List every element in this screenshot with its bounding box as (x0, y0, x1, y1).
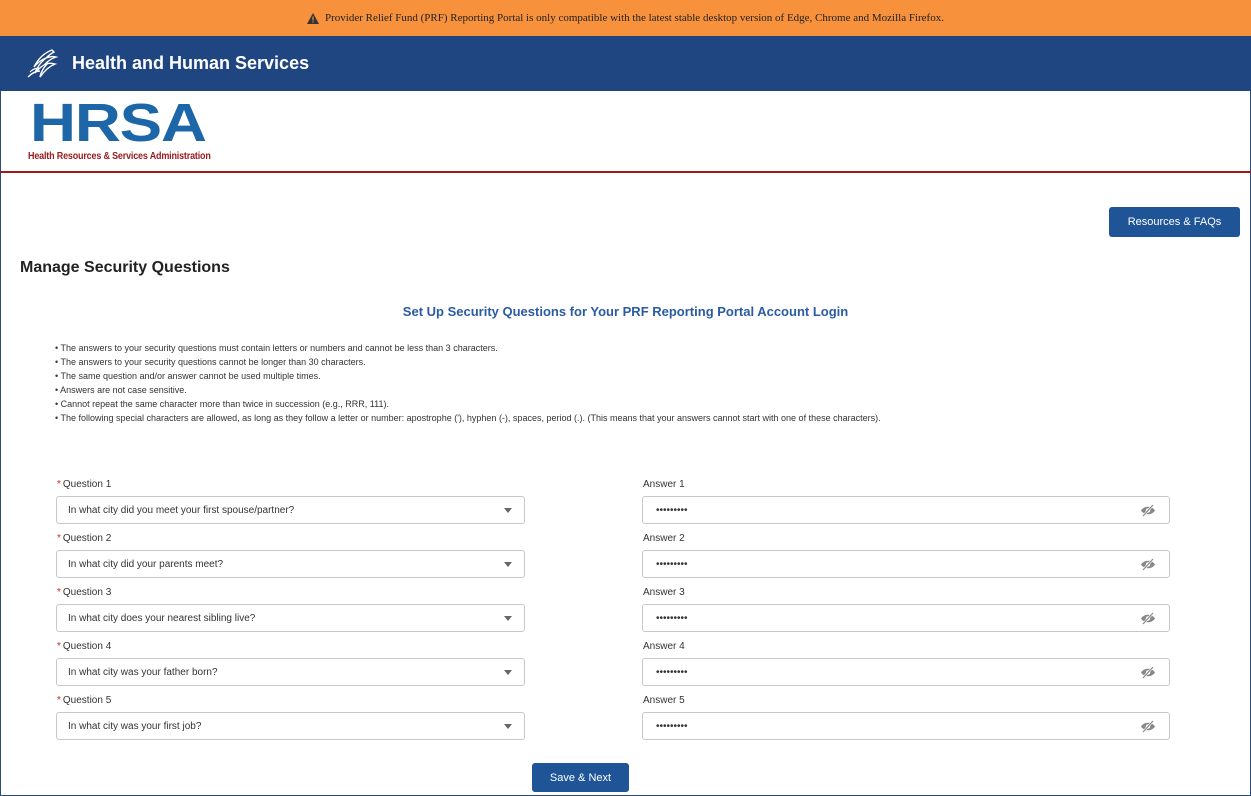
required-marker: * (57, 641, 61, 652)
rule-item: • Cannot repeat the same character more … (55, 399, 389, 409)
chevron-down-icon (504, 670, 512, 675)
rule-item: • The answers to your security questions… (55, 357, 366, 367)
hrsa-logo-subtitle: Health Resources & Services Administrati… (28, 151, 211, 162)
banner-text: Provider Relief Fund (PRF) Reporting Por… (325, 12, 944, 24)
question-3-select[interactable]: In what city does your nearest sibling l… (56, 604, 525, 632)
eye-slash-icon[interactable] (1140, 612, 1156, 625)
answer-4-label: Answer 4 (643, 641, 685, 652)
answer-5-field[interactable]: ••••••••• (642, 712, 1170, 740)
resources-faqs-button[interactable]: Resources & FAQs (1109, 207, 1240, 237)
required-marker: * (57, 587, 61, 598)
answer-3-label: Answer 3 (643, 587, 685, 598)
chevron-down-icon (504, 562, 512, 567)
rule-item: • The same question and/or answer cannot… (55, 371, 321, 381)
answer-1-field[interactable]: ••••••••• (642, 496, 1170, 524)
required-marker: * (57, 695, 61, 706)
warning-triangle-icon (307, 12, 320, 24)
hhs-header: Health and Human Services (0, 36, 1251, 91)
question-1-label: * Question 1 (57, 479, 112, 490)
eye-slash-icon[interactable] (1140, 666, 1156, 679)
rule-item: • The answers to your security questions… (55, 343, 498, 353)
hhs-eagle-icon (27, 48, 58, 77)
eye-slash-icon[interactable] (1140, 558, 1156, 571)
question-3-label: * Question 3 (57, 587, 112, 598)
chevron-down-icon (504, 616, 512, 621)
browser-compat-banner: Provider Relief Fund (PRF) Reporting Por… (0, 0, 1251, 36)
hrsa-logo-band: HRSA Health Resources & Services Adminis… (0, 91, 1251, 173)
answer-3-field[interactable]: ••••••••• (642, 604, 1170, 632)
required-marker: * (57, 533, 61, 544)
hrsa-logo-word: HRSA (30, 93, 207, 153)
question-5-label: * Question 5 (57, 695, 112, 706)
question-4-select[interactable]: In what city was your father born? (56, 658, 525, 686)
question-1-select[interactable]: In what city did you meet your first spo… (56, 496, 525, 524)
save-next-button[interactable]: Save & Next (532, 763, 629, 792)
hrsa-logo[interactable]: HRSA Health Resources & Services Adminis… (28, 96, 231, 162)
section-title: Set Up Security Questions for Your PRF R… (402, 304, 849, 319)
question-4-label: * Question 4 (57, 641, 112, 652)
page-title: Manage Security Questions (20, 259, 230, 276)
question-5-select[interactable]: In what city was your first job? (56, 712, 525, 740)
answer-4-field[interactable]: ••••••••• (642, 658, 1170, 686)
rules-list: • The answers to your security questions… (55, 341, 881, 425)
question-2-select[interactable]: In what city did your parents meet? (56, 550, 525, 578)
answer-1-label: Answer 1 (643, 479, 685, 490)
required-marker: * (57, 479, 61, 490)
answer-2-label: Answer 2 (643, 533, 685, 544)
eye-slash-icon[interactable] (1140, 504, 1156, 517)
rule-item: • Answers are not case sensitive. (55, 385, 187, 395)
header-title: Health and Human Services (72, 53, 310, 73)
chevron-down-icon (504, 724, 512, 729)
rule-item: • The following special characters are a… (55, 413, 881, 423)
question-2-label: * Question 2 (57, 533, 112, 544)
chevron-down-icon (504, 508, 512, 513)
eye-slash-icon[interactable] (1140, 720, 1156, 733)
answer-5-label: Answer 5 (643, 695, 685, 706)
answer-2-field[interactable]: ••••••••• (642, 550, 1170, 578)
